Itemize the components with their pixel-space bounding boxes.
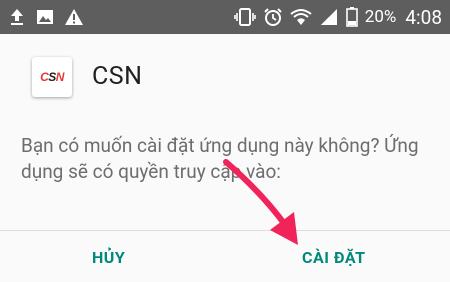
system-icons: 20% 4:08 xyxy=(233,0,442,34)
svg-text:CSN: CSN xyxy=(40,70,65,84)
battery-icon xyxy=(345,7,358,27)
wifi-icon xyxy=(290,8,312,26)
cancel-button[interactable]: HỦY xyxy=(92,248,125,278)
alarm-icon xyxy=(263,7,283,27)
notification-icons xyxy=(8,0,84,34)
vibrate-icon xyxy=(233,8,256,26)
upload-icon xyxy=(8,8,26,26)
install-prompt-message: Bạn có muốn cài đặt ứng dụng này không? … xyxy=(21,134,419,183)
battery-percent: 20% xyxy=(364,7,397,27)
clock-time: 4:08 xyxy=(405,5,442,29)
divider xyxy=(0,230,450,231)
app-name: CSN xyxy=(92,62,143,91)
install-button[interactable]: CÀI ĐẶT xyxy=(302,248,366,278)
warning-icon xyxy=(64,8,84,26)
signal-icon xyxy=(319,8,339,26)
app-icon: CSN xyxy=(32,57,72,97)
image-icon xyxy=(36,8,54,26)
status-bar: 20% 4:08 xyxy=(0,0,450,34)
